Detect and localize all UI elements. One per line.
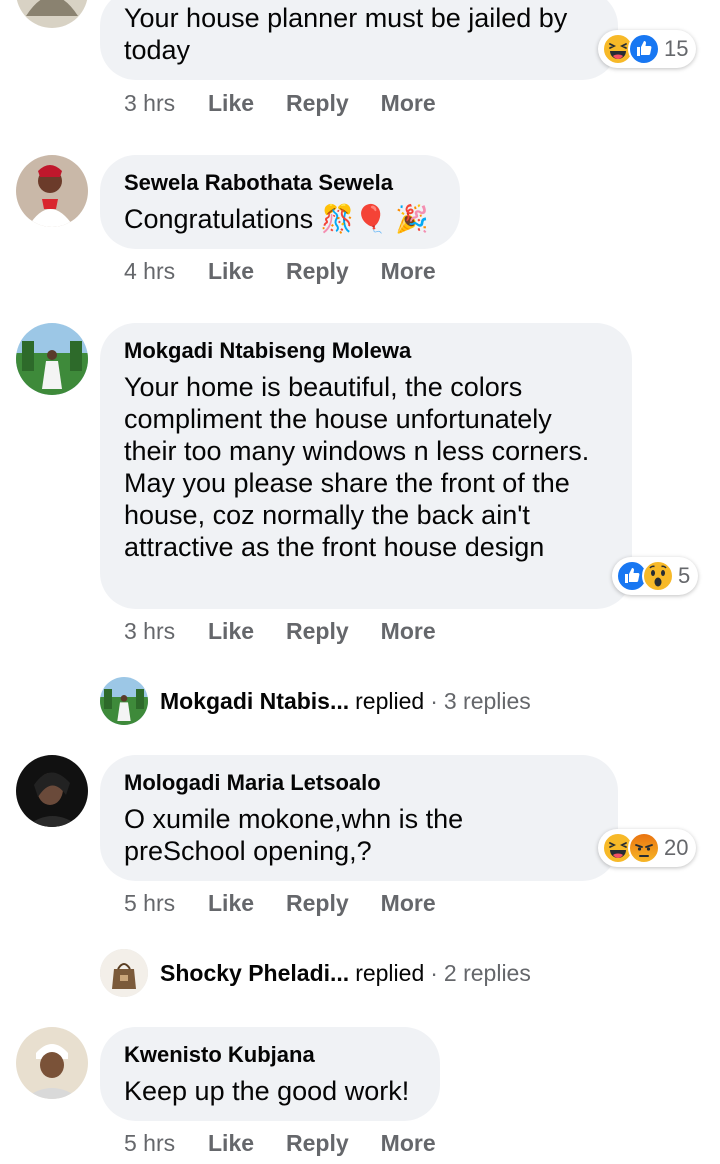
separator-dot: · [430,959,438,986]
reply-button[interactable]: Reply [286,89,349,117]
view-replies-link[interactable]: Mokgadi Ntabis... replied · 3 replies [100,677,531,725]
like-button[interactable]: Like [208,617,254,645]
comment-bubble: Mokgadi Ntabiseng Molewa Your home is be… [100,323,632,609]
reply-author: Mokgadi Ntabis... [160,687,350,714]
more-button[interactable]: More [381,257,436,285]
comment-time[interactable]: 5 hrs [124,889,208,917]
like-button[interactable]: Like [208,1129,254,1157]
reply-author: Shocky Pheladi... [160,959,350,986]
reply-verb: replied [355,687,425,714]
comment-text: O xumile mokone,whn is the preSchool ope… [124,804,464,866]
comment-actions: 5 hrs Like Reply More [124,889,468,917]
separator-dot: · [430,687,438,714]
comment-author[interactable]: Sewela Rabothata Sewela [124,169,436,197]
comment-author[interactable]: Kwenisto Kubjana [124,1041,416,1069]
comment-text: Congratulations 🎊🎈 🎉 [124,204,429,234]
avatar[interactable] [16,0,88,28]
reply-count: 2 replies [443,959,531,986]
comment-bubble: Kwenisto Kubjana Keep up the good work! [100,1027,440,1121]
avatar[interactable] [16,755,88,827]
comment-text: Keep up the good work! [124,1076,410,1106]
reaction-summary[interactable]: 15 [598,30,697,68]
reply-button[interactable]: Reply [286,889,349,917]
more-button[interactable]: More [381,889,436,917]
comment-actions: 5 hrs Like Reply More [124,1129,468,1157]
comment-actions: 3 hrs Like Reply More [124,89,468,117]
avatar[interactable] [16,323,88,395]
reply-count: 3 replies [443,687,531,714]
reaction-count: 15 [664,36,689,61]
like-button[interactable]: Like [208,89,254,117]
like-button[interactable]: Like [208,889,254,917]
like-button[interactable]: Like [208,257,254,285]
reply-avatar [100,949,148,997]
comment-actions: 4 hrs Like Reply More [124,257,468,285]
reply-button[interactable]: Reply [286,617,349,645]
comment-text: Your home is beautiful, the colors compl… [124,372,590,562]
comment-time[interactable]: 5 hrs [124,1129,208,1157]
wow-icon [642,560,674,592]
reaction-summary[interactable]: 5 [612,557,699,595]
comment-time[interactable]: 3 hrs [124,89,208,117]
comment-text: Your house planner must be jailed by tod… [124,3,568,65]
angry-icon [628,832,660,864]
like-icon [628,33,660,65]
comment-time[interactable]: 3 hrs [124,617,208,645]
reaction-count: 20 [664,835,689,860]
more-button[interactable]: More [381,617,436,645]
view-replies-link[interactable]: Shocky Pheladi... replied · 2 replies [100,949,531,997]
reaction-count: 5 [678,563,691,588]
comment-actions: 3 hrs Like Reply More [124,617,468,645]
reply-avatar [100,677,148,725]
more-button[interactable]: More [381,1129,436,1157]
comment-author[interactable]: Mologadi Maria Letsoalo [124,769,594,797]
comment-bubble: Sewela Rabothata Sewela Congratulations … [100,155,460,249]
avatar[interactable] [16,155,88,227]
comment-bubble: Your house planner must be jailed by tod… [100,0,618,80]
comment-time[interactable]: 4 hrs [124,257,208,285]
reply-verb: replied [355,959,425,986]
comment-author[interactable]: Mokgadi Ntabiseng Molewa [124,337,608,365]
comment-bubble: Mologadi Maria Letsoalo O xumile mokone,… [100,755,618,881]
reply-button[interactable]: Reply [286,257,349,285]
reply-button[interactable]: Reply [286,1129,349,1157]
avatar[interactable] [16,1027,88,1099]
more-button[interactable]: More [381,89,436,117]
reaction-summary[interactable]: 20 [598,829,697,867]
